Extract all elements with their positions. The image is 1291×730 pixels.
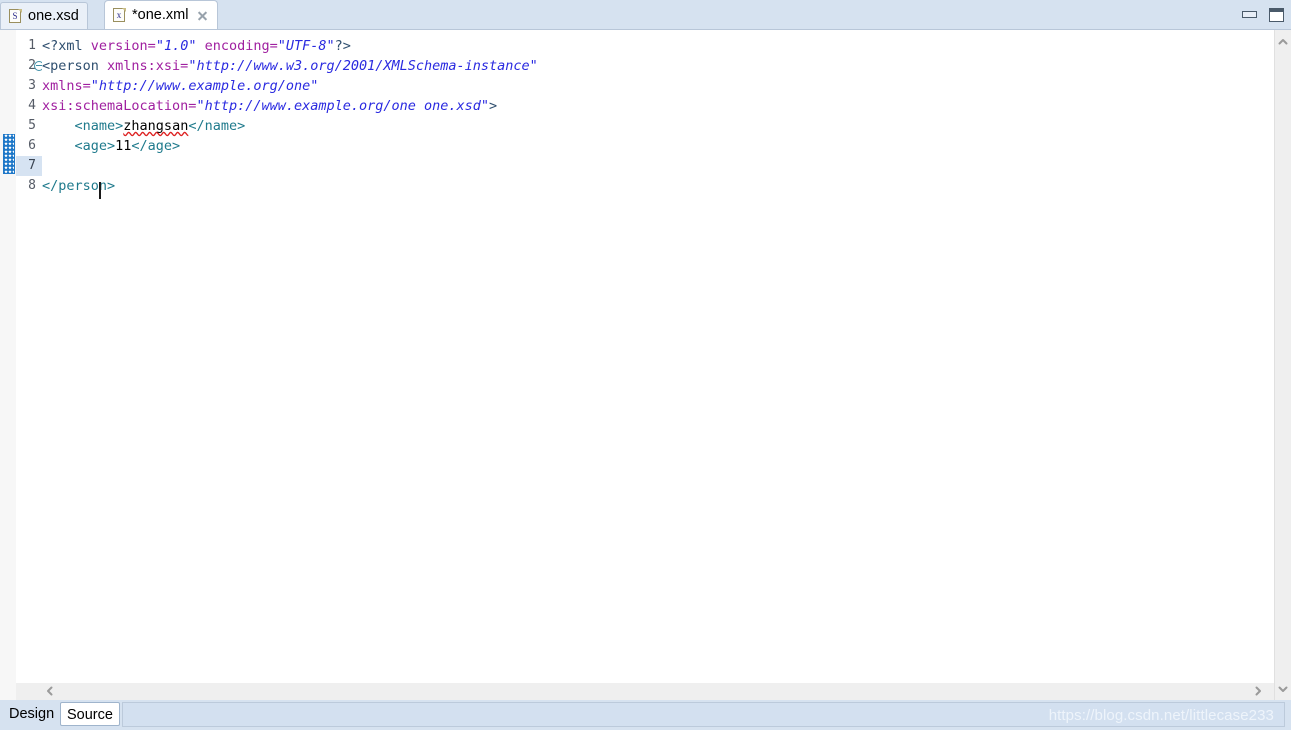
code-token-val: "http://www.w3.org/2001/XMLSchema-instan… (188, 58, 538, 74)
code-token-tag: </name> (188, 118, 246, 134)
source-editor[interactable]: 1 2 3 4 5 6 7 8 <?xml version="1.0" enco… (0, 29, 1291, 701)
code-token-attr: xmlns:xsi= (107, 58, 189, 74)
xsd-file-icon-glyph: S (12, 10, 18, 21)
vertical-scrollbar-track[interactable] (1275, 30, 1291, 701)
code-token-val: "http://www.example.org/one one.xsd" (196, 98, 490, 114)
chevron-left-icon[interactable] (42, 683, 58, 699)
chevron-right-icon[interactable] (1250, 683, 1266, 699)
code-lines: <?xml version="1.0" encoding="UTF-8"?> <p… (42, 36, 1253, 196)
code-token-val: "http://www.example.org/one" (90, 78, 319, 94)
code-line: xmlns="http://www.example.org/one" (42, 76, 1253, 96)
tab-source[interactable]: Source (60, 702, 120, 726)
code-line: <person xmlns:xsi="http://www.w3.org/200… (42, 56, 1253, 76)
horizontal-scrollbar[interactable] (16, 683, 1274, 700)
editor-tab-one-xsd[interactable]: S one.xsd (0, 2, 88, 29)
xml-file-icon-glyph: x (116, 9, 122, 20)
code-token-tag: </person> (42, 178, 116, 194)
code-token-attr: version= (90, 38, 156, 54)
code-token-attr: xmlns= (42, 78, 91, 94)
code-token-punct: > (489, 98, 498, 114)
tab-design[interactable]: Design (3, 702, 60, 726)
code-token-spell: zhangsan (123, 118, 189, 134)
minimize-icon[interactable] (1241, 7, 1258, 22)
xml-file-icon: x (113, 7, 126, 23)
change-bar-marker (3, 134, 15, 174)
eclipse-xml-editor-window: S one.xsd x *one.xml 1 2 3 4 5 6 7 8 <?x… (0, 0, 1291, 730)
code-token-val: "1.0" (155, 38, 197, 54)
close-icon[interactable] (196, 9, 209, 22)
code-token-text: 11 (115, 138, 132, 154)
change-bar-column (0, 30, 17, 701)
code-line: </person> (42, 176, 1253, 196)
code-token-proc: <?xml (42, 38, 91, 54)
watermark-text: https://blog.csdn.net/littlecase233 (1048, 707, 1274, 724)
editor-tab-label-one-xsd: one.xsd (28, 7, 79, 24)
chevron-up-icon[interactable] (1275, 34, 1291, 50)
code-token-proc: ?> (334, 38, 351, 54)
code-token-attr: encoding= (204, 38, 278, 54)
code-line: <name>zhangsan</name> (42, 116, 1253, 136)
editor-tab-label-one-xml: *one.xml (132, 6, 189, 23)
text-caret (99, 182, 101, 199)
editor-tab-bar: S one.xsd x *one.xml (0, 0, 1291, 29)
window-controls (1241, 0, 1285, 29)
code-token-punct: <person (42, 58, 108, 74)
maximize-icon[interactable] (1268, 7, 1285, 22)
code-line: <?xml version="1.0" encoding="UTF-8"?> (42, 36, 1253, 56)
editor-view-tab-bar: Design Source https://blog.csdn.net/litt… (0, 700, 1291, 730)
code-token-attr: xsi:schemaLocation= (42, 98, 197, 114)
code-token-val: "UTF-8" (277, 38, 335, 54)
code-token-tag: <name> (74, 118, 124, 134)
code-token-tag: <age> (74, 138, 116, 154)
editor-tab-one-xml[interactable]: x *one.xml (104, 0, 219, 29)
code-line: <age>11</age> (42, 136, 1253, 156)
vertical-scrollbar[interactable] (1274, 30, 1291, 701)
code-line: xsi:schemaLocation="http://www.example.o… (42, 96, 1253, 116)
code-line (42, 156, 1253, 176)
status-field: https://blog.csdn.net/littlecase233 (122, 702, 1285, 727)
xsd-file-icon: S (9, 8, 22, 24)
code-content[interactable]: <?xml version="1.0" encoding="UTF-8"?> <p… (42, 30, 1253, 675)
code-token-tag: </age> (131, 138, 181, 154)
chevron-down-icon[interactable] (1275, 681, 1291, 697)
